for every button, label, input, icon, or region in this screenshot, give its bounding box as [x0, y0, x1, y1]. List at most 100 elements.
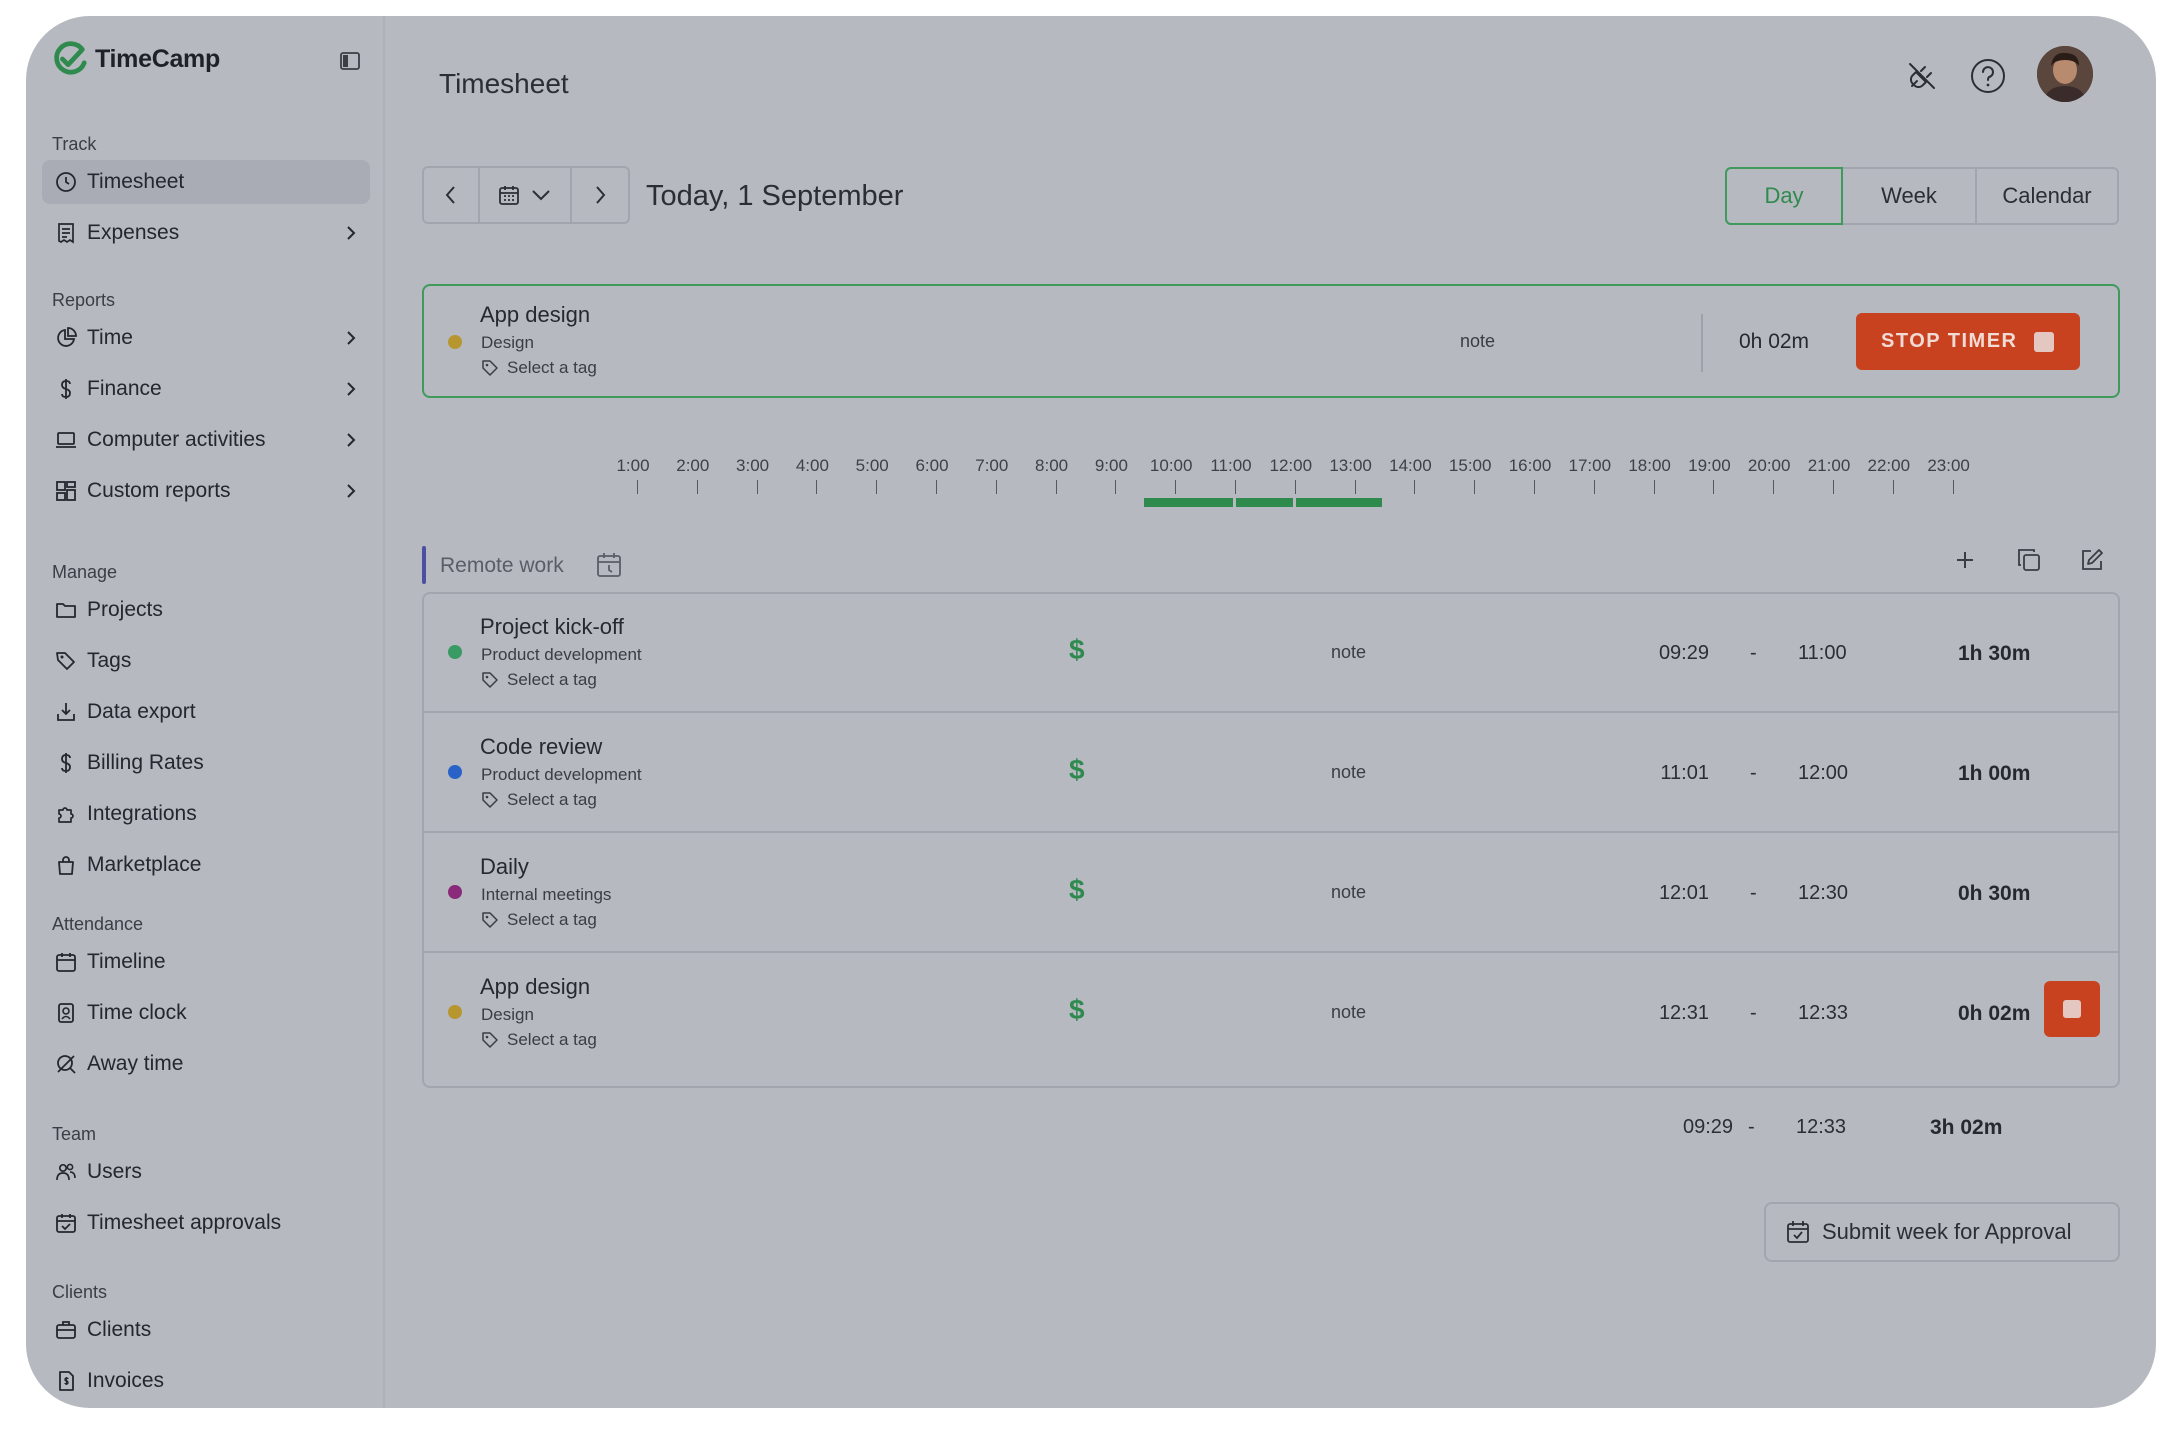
entry-start-time[interactable]: 12:31 [1659, 1002, 1709, 1025]
entry-note-field[interactable]: note [1331, 882, 1366, 903]
entry-tag-select[interactable]: Select a tag [481, 910, 597, 930]
table-row[interactable]: Daily Internal meetings Select a tag $ n… [424, 834, 2118, 953]
view-calendar-tab[interactable]: Calendar [1977, 169, 2117, 223]
plugin-icon[interactable] [1900, 54, 1944, 98]
sidebar-item-finance[interactable]: Finance [42, 367, 370, 411]
view-week-tab[interactable]: Week [1843, 169, 1977, 223]
timeline-segment[interactable] [1235, 498, 1293, 507]
entry-duration[interactable]: 1h 30m [1958, 642, 2030, 666]
entry-project[interactable]: Design [481, 1005, 534, 1025]
sidebar-item-users[interactable]: Users [42, 1150, 370, 1194]
entry-duration[interactable]: 0h 30m [1958, 882, 2030, 906]
entry-end-time[interactable]: 12:33 [1798, 1002, 1848, 1025]
entry-duration[interactable]: 1h 00m [1958, 762, 2030, 786]
sidebar-item-label: Away time [87, 1052, 184, 1075]
timeline-tick [1773, 480, 1775, 494]
collapse-sidebar-icon[interactable] [340, 52, 360, 70]
sidebar-item-timesheet-approvals[interactable]: Timesheet approvals [42, 1201, 370, 1245]
entry-title[interactable]: Code review [480, 734, 602, 760]
running-timer-card: App design Design Select a tag note 0h 0… [422, 284, 2120, 398]
sidebar-item-custom-reports[interactable]: Custom reports [42, 469, 370, 513]
prev-day-button[interactable] [424, 168, 480, 222]
sidebar-item-time-clock[interactable]: Time clock [42, 991, 370, 1035]
project-color-dot [448, 335, 462, 349]
entry-note-field[interactable]: note [1331, 1002, 1366, 1023]
entry-tag-select[interactable]: Select a tag [481, 790, 597, 810]
timeline-hour-label: 19:00 [1688, 456, 1731, 475]
sidebar-item-timesheet[interactable]: Timesheet [42, 160, 370, 204]
sidebar-item-away-time[interactable]: Away time [42, 1042, 370, 1086]
sidebar-item-computer-activities[interactable]: Computer activities [42, 418, 370, 462]
timeline-hour-label: 7:00 [975, 456, 1009, 475]
sidebar-item-integrations[interactable]: Integrations [42, 792, 370, 836]
entry-note-field[interactable]: note [1331, 762, 1366, 783]
entry-note-field[interactable]: note [1331, 642, 1366, 663]
logo[interactable]: TimeCamp [51, 40, 220, 78]
timeline-tick [1175, 480, 1177, 494]
table-row[interactable]: App design Design Select a tag $ note 12… [424, 954, 2118, 1073]
entry-end-time[interactable]: 12:30 [1798, 882, 1848, 905]
add-entry-button[interactable] [1947, 542, 1983, 578]
stop-entry-button[interactable] [2044, 981, 2100, 1037]
sidebar-item-expenses[interactable]: Expenses [42, 211, 370, 255]
sidebar-item-clients[interactable]: Clients [42, 1308, 370, 1352]
entry-title[interactable]: Project kick-off [480, 614, 624, 640]
billable-dollar-icon[interactable]: $ [1069, 994, 1085, 1026]
table-row[interactable]: Code review Product development Select a… [424, 714, 2118, 833]
timer-note-field[interactable]: note [1460, 331, 1495, 352]
view-day-tab[interactable]: Day [1725, 167, 1843, 225]
entry-project[interactable]: Product development [481, 645, 642, 665]
user-avatar[interactable] [2037, 46, 2093, 102]
entry-tag-select[interactable]: Select a tag [481, 1030, 597, 1050]
entry-project[interactable]: Product development [481, 765, 642, 785]
entry-title[interactable]: Daily [480, 854, 529, 880]
sidebar-item-invoices[interactable]: Invoices [42, 1359, 370, 1403]
timeline-segment[interactable] [1295, 498, 1383, 507]
sidebar-section-clients: Clients [52, 1282, 108, 1302]
sidebar-item-tags[interactable]: Tags [42, 639, 370, 683]
timer-task-title[interactable]: App design [480, 302, 590, 328]
timeline-tick [1952, 480, 1954, 494]
timeline-tick [1414, 480, 1416, 494]
table-row[interactable]: Project kick-off Product development Sel… [424, 594, 2118, 713]
timeline-segment[interactable] [1144, 498, 1233, 507]
billable-dollar-icon[interactable]: $ [1069, 754, 1085, 786]
entry-start-time[interactable]: 11:01 [1660, 762, 1709, 785]
group-color-bar [422, 546, 426, 584]
date-picker-button[interactable] [480, 168, 572, 222]
entry-tag-select[interactable]: Select a tag [481, 670, 597, 690]
help-icon[interactable] [1966, 54, 2010, 98]
timeline-tick [1593, 480, 1595, 494]
entry-start-time[interactable]: 09:29 [1659, 642, 1709, 665]
submit-week-button[interactable]: Submit week for Approval [1764, 1202, 2120, 1262]
entry-end-time[interactable]: 12:00 [1798, 762, 1848, 785]
duplicate-button[interactable] [2011, 542, 2047, 578]
sidebar-item-label: Timesheet approvals [87, 1211, 282, 1234]
timer-tag-select[interactable]: Select a tag [481, 358, 597, 378]
project-color-dot [448, 1005, 462, 1019]
timer-project-name[interactable]: Design [481, 333, 534, 353]
next-day-button[interactable] [572, 168, 628, 222]
project-color-dot [448, 765, 462, 779]
timeline-tick [1713, 480, 1715, 494]
entry-duration[interactable]: 0h 02m [1958, 1002, 2030, 1026]
entry-end-time[interactable]: 11:00 [1798, 642, 1847, 665]
sidebar-item-timeline[interactable]: Timeline [42, 940, 370, 984]
sidebar-section-reports: Reports [52, 290, 116, 310]
stop-timer-button[interactable]: STOP TIMER [1856, 313, 2080, 370]
sidebar-item-time[interactable]: Time [42, 316, 370, 360]
billable-dollar-icon[interactable]: $ [1069, 634, 1085, 666]
edit-button[interactable] [2074, 542, 2110, 578]
sidebar-item-data-export[interactable]: Data export [42, 690, 370, 734]
entry-start-time[interactable]: 12:01 [1659, 882, 1709, 905]
tag-icon [482, 912, 498, 928]
sidebar-item-billing-rates[interactable]: Billing Rates [42, 741, 370, 785]
timeline-tick [696, 480, 698, 494]
page-title: Timesheet [439, 68, 569, 99]
billable-dollar-icon[interactable]: $ [1069, 874, 1085, 906]
sidebar-item-projects[interactable]: Projects [42, 588, 370, 632]
entry-title[interactable]: App design [480, 974, 590, 1000]
sidebar-item-marketplace[interactable]: Marketplace [42, 843, 370, 887]
calendar-clock-icon[interactable] [596, 552, 622, 578]
entry-project[interactable]: Internal meetings [481, 885, 611, 905]
